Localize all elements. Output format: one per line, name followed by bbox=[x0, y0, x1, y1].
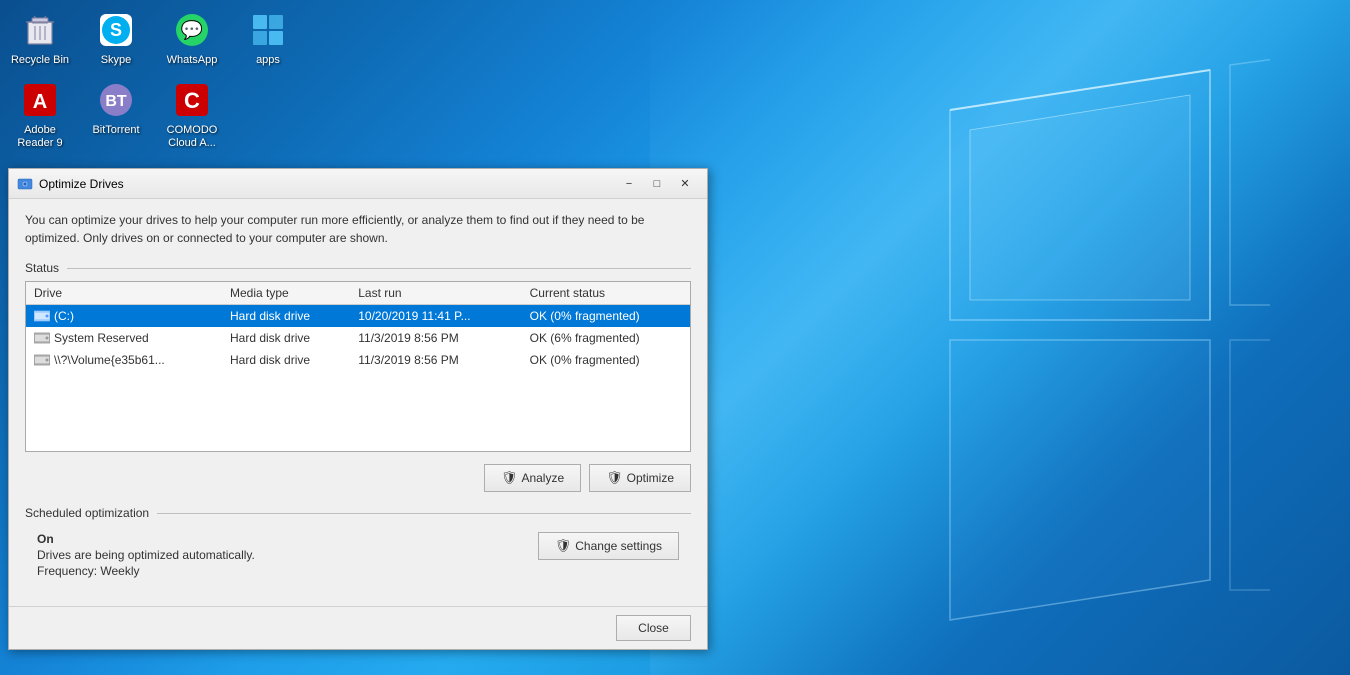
svg-text:A: A bbox=[33, 91, 47, 113]
frequency-text: Frequency: Weekly bbox=[37, 564, 255, 578]
table-row[interactable]: \\?\Volume{e35b61...Hard disk drive11/3/… bbox=[26, 349, 690, 371]
scheduled-header: Scheduled optimization bbox=[25, 506, 691, 520]
adobe-label: Adobe Reader 9 bbox=[8, 124, 72, 150]
col-media-type: Media type bbox=[222, 282, 350, 305]
maximize-button[interactable]: □ bbox=[643, 172, 671, 196]
minimize-button[interactable]: − bbox=[615, 172, 643, 196]
close-title-button[interactable]: ✕ bbox=[671, 172, 699, 196]
media-type-cell: Hard disk drive bbox=[222, 349, 350, 371]
drive-table-body[interactable]: (C:)Hard disk drive10/20/2019 11:41 P...… bbox=[26, 305, 690, 452]
desktop-icon-whatsapp[interactable]: 💬 WhatsApp bbox=[156, 4, 228, 73]
desktop-icons-row2: A Adobe Reader 9 BT BitTorrent C COMOD bbox=[4, 74, 228, 156]
close-button[interactable]: Close bbox=[616, 615, 691, 641]
desktop-icons-row1: Recycle Bin S Skype 💬 WhatsApp bbox=[4, 4, 304, 73]
optimize-shield-icon: 🛡 bbox=[606, 470, 623, 486]
dialog-footer: Close bbox=[9, 606, 707, 649]
svg-text:BT: BT bbox=[105, 93, 127, 110]
desktop-icon-adobe[interactable]: A Adobe Reader 9 bbox=[4, 74, 76, 156]
dialog-body: You can optimize your drives to help you… bbox=[9, 199, 707, 606]
dialog-titlebar[interactable]: Optimize Drives − □ ✕ bbox=[9, 169, 707, 199]
drive-table-container: Drive Media type Last run Current status… bbox=[25, 281, 691, 452]
desktop-icon-skype[interactable]: S Skype bbox=[80, 4, 152, 73]
skype-icon: S bbox=[96, 10, 136, 50]
status-section-label: Status bbox=[25, 261, 691, 275]
last-run-cell: 10/20/2019 11:41 P... bbox=[350, 305, 521, 328]
apps-label: apps bbox=[256, 54, 280, 67]
bittorrent-label: BitTorrent bbox=[92, 124, 139, 137]
last-run-cell: 11/3/2019 8:56 PM bbox=[350, 349, 521, 371]
col-last-run: Last run bbox=[350, 282, 521, 305]
analyze-shield-icon: 🛡 bbox=[501, 470, 518, 486]
optimize-label: Optimize bbox=[627, 471, 674, 485]
whatsapp-icon: 💬 bbox=[172, 10, 212, 50]
status-cell: OK (0% fragmented) bbox=[522, 349, 690, 371]
change-settings-label: Change settings bbox=[575, 539, 662, 553]
table-header-row: Drive Media type Last run Current status bbox=[26, 282, 690, 305]
whatsapp-label: WhatsApp bbox=[167, 54, 218, 67]
analyze-label: Analyze bbox=[521, 471, 564, 485]
dialog-title: Optimize Drives bbox=[39, 177, 615, 191]
on-label: On bbox=[37, 532, 255, 546]
svg-text:💬: 💬 bbox=[181, 19, 203, 40]
status-cell: OK (0% fragmented) bbox=[522, 305, 690, 328]
svg-text:C: C bbox=[184, 88, 200, 113]
table-row[interactable]: System ReservedHard disk drive11/3/2019 … bbox=[26, 327, 690, 349]
action-buttons: 🛡 Analyze 🛡 Optimize bbox=[25, 464, 691, 492]
col-status: Current status bbox=[522, 282, 690, 305]
svg-text:S: S bbox=[110, 20, 122, 40]
comodo-icon: C bbox=[172, 80, 212, 120]
drive-cell: \\?\Volume{e35b61... bbox=[26, 349, 222, 371]
last-run-cell: 11/3/2019 8:56 PM bbox=[350, 327, 521, 349]
bittorrent-icon: BT bbox=[96, 80, 136, 120]
comodo-label: COMODO Cloud A... bbox=[160, 124, 224, 150]
drive-cell: (C:) bbox=[26, 305, 222, 328]
change-settings-button[interactable]: 🛡 Change settings bbox=[538, 532, 679, 560]
optimize-drives-dialog: Optimize Drives − □ ✕ You can optimize y… bbox=[8, 168, 708, 650]
drive-table: Drive Media type Last run Current status… bbox=[26, 282, 690, 451]
media-type-cell: Hard disk drive bbox=[222, 305, 350, 328]
desktop-icon-recycle-bin[interactable]: Recycle Bin bbox=[4, 4, 76, 73]
status-cell: OK (6% fragmented) bbox=[522, 327, 690, 349]
scheduled-section: Scheduled optimization On Drives are bei… bbox=[25, 506, 691, 582]
scheduled-info: On Drives are being optimized automatica… bbox=[37, 532, 255, 578]
change-settings-shield-icon: 🛡 bbox=[555, 538, 572, 554]
adobe-icon: A bbox=[20, 80, 60, 120]
col-drive: Drive bbox=[26, 282, 222, 305]
titlebar-buttons: − □ ✕ bbox=[615, 172, 699, 196]
recycle-bin-icon bbox=[20, 10, 60, 50]
description-text: You can optimize your drives to help you… bbox=[25, 211, 691, 247]
desktop-icon-bittorrent[interactable]: BT BitTorrent bbox=[80, 74, 152, 156]
table-row[interactable]: (C:)Hard disk drive10/20/2019 11:41 P...… bbox=[26, 305, 690, 328]
empty-row bbox=[26, 371, 690, 451]
desktop: Recycle Bin S Skype 💬 WhatsApp bbox=[0, 0, 1350, 675]
optimize-button[interactable]: 🛡 Optimize bbox=[589, 464, 691, 492]
recycle-bin-label: Recycle Bin bbox=[11, 54, 69, 67]
drive-cell: System Reserved bbox=[26, 327, 222, 349]
dialog-title-icon bbox=[17, 176, 33, 192]
desktop-icon-comodo[interactable]: C COMODO Cloud A... bbox=[156, 74, 228, 156]
scheduled-content: On Drives are being optimized automatica… bbox=[25, 528, 691, 582]
apps-icon bbox=[248, 10, 288, 50]
skype-label: Skype bbox=[101, 54, 132, 67]
auto-text: Drives are being optimized automatically… bbox=[37, 548, 255, 562]
desktop-icon-apps[interactable]: apps bbox=[232, 4, 304, 73]
analyze-button[interactable]: 🛡 Analyze bbox=[484, 464, 581, 492]
media-type-cell: Hard disk drive bbox=[222, 327, 350, 349]
windows-logo bbox=[670, 50, 1270, 630]
scheduled-top: On Drives are being optimized automatica… bbox=[37, 532, 679, 578]
